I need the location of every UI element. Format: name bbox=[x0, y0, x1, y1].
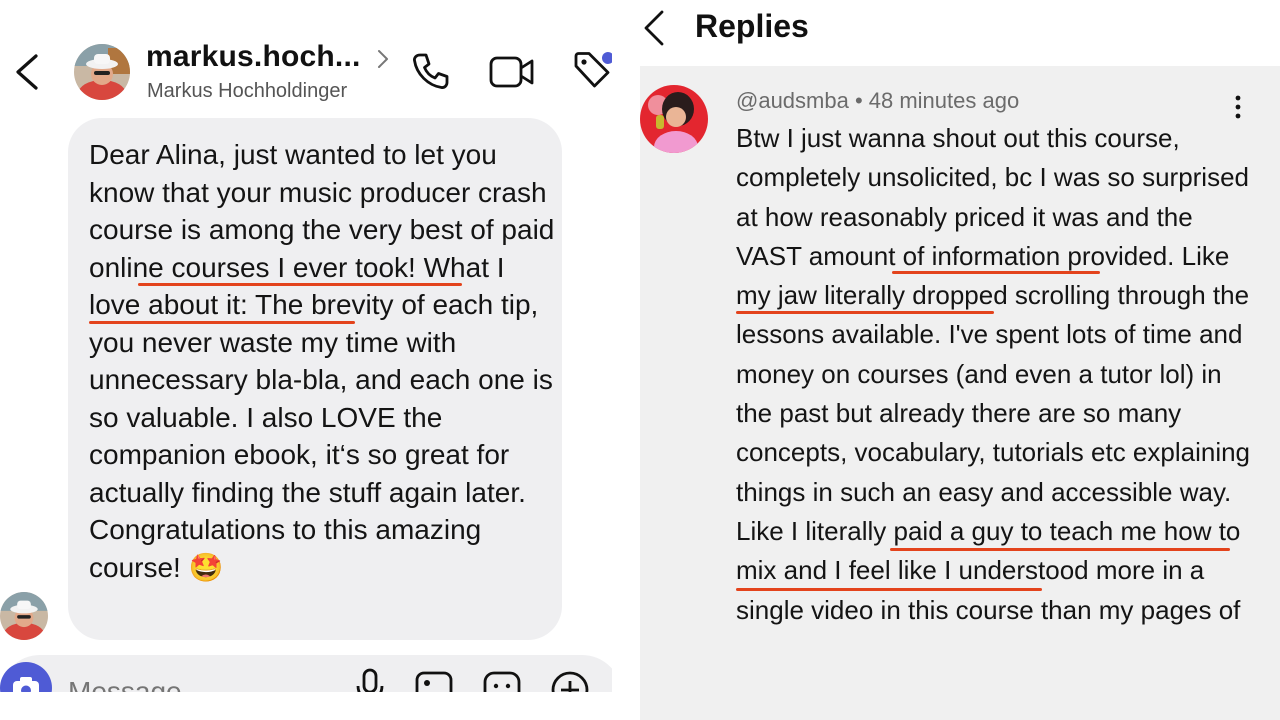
highlight-underline bbox=[890, 548, 1230, 551]
highlight-underline bbox=[89, 321, 355, 324]
highlight-underline bbox=[736, 311, 994, 314]
comment-meta: @audsmba • 48 minutes ago bbox=[736, 88, 1020, 113]
back-arrow-icon[interactable] bbox=[640, 8, 670, 48]
call-icon[interactable] bbox=[408, 50, 452, 94]
username[interactable]: markus.hoch... bbox=[146, 40, 361, 74]
chevron-right-icon[interactable] bbox=[376, 48, 390, 70]
video-call-icon[interactable] bbox=[488, 52, 536, 92]
tag-icon[interactable] bbox=[570, 48, 612, 94]
replies-panel: Replies @audsmba • 48 minutes ago Btw I … bbox=[612, 0, 1280, 720]
avatar[interactable] bbox=[74, 44, 130, 100]
comment-text: Btw I just wanna shout out this course, … bbox=[736, 123, 1251, 625]
highlight-underline bbox=[736, 588, 1042, 591]
message-text: Dear Alina, just wanted to let you know … bbox=[89, 139, 555, 583]
more-options-icon[interactable] bbox=[1228, 94, 1248, 120]
highlight-underline bbox=[892, 271, 1100, 274]
screenshot-crop-edge bbox=[0, 692, 612, 720]
commenter-avatar[interactable] bbox=[640, 85, 708, 153]
display-name: Markus Hochholdinger bbox=[147, 80, 348, 102]
sender-avatar bbox=[0, 592, 48, 640]
back-arrow-icon[interactable] bbox=[12, 52, 42, 92]
dm-panel: markus.hoch... Markus Hochholdinger Dear… bbox=[0, 0, 612, 720]
page-title: Replies bbox=[695, 8, 809, 44]
highlight-underline bbox=[138, 283, 462, 286]
